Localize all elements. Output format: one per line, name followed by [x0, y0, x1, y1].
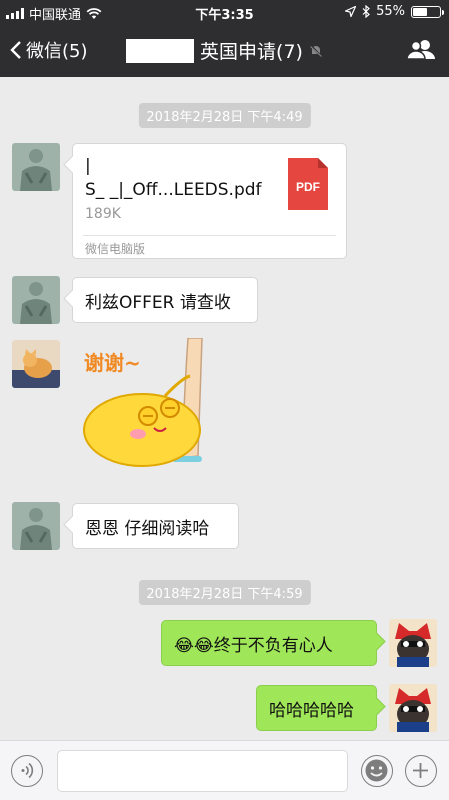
status-bar: 中国联通 下午3:35 55%	[0, 0, 449, 24]
statue-avatar-image	[12, 276, 60, 324]
pdf-file-icon: PDF	[288, 158, 328, 210]
pirate-cat-avatar-image	[389, 619, 437, 667]
file-message[interactable]: | S_ _|_Off...LEEDS.pdf 189K PDF 微信电脑版	[72, 143, 347, 259]
input-bar	[0, 740, 449, 800]
avatar[interactable]	[12, 276, 60, 324]
avatar[interactable]	[12, 340, 60, 388]
plus-icon	[413, 763, 428, 778]
pirate-cat-avatar-image	[389, 684, 437, 732]
my-avatar[interactable]	[389, 684, 437, 732]
sent-message-bubble[interactable]: 😂😂终于不负有心人	[161, 620, 377, 666]
file-name: | S_ _|_Off...LEEDS.pdf	[85, 156, 262, 200]
top-bar: 中国联通 下午3:35 55% 微信(5) 英国申请(7)	[0, 0, 449, 77]
my-avatar[interactable]	[389, 619, 437, 667]
bluetooth-icon	[362, 5, 370, 18]
cat-avatar-image	[12, 340, 60, 388]
file-source: 微信电脑版	[85, 242, 146, 256]
timestamp: 2018年2月28日 下午4:49	[138, 103, 311, 128]
battery-percent: 55%	[376, 4, 405, 19]
more-button[interactable]	[405, 755, 437, 787]
group-members-icon	[406, 40, 435, 60]
voice-button[interactable]	[11, 755, 43, 787]
message-input[interactable]	[57, 750, 348, 792]
location-icon	[345, 6, 357, 17]
divider	[83, 235, 336, 236]
statue-avatar-image	[12, 502, 60, 550]
voice-icon	[21, 762, 34, 779]
redacted-block	[126, 38, 195, 63]
sticker-message[interactable]: 谢谢~	[70, 337, 220, 472]
mute-icon	[309, 43, 323, 58]
emoji-icon	[365, 759, 388, 782]
message-text: 恩恩 仔细阅读哈	[85, 518, 210, 539]
message-bubble[interactable]: 利兹OFFER 请查收	[72, 277, 258, 323]
timestamp: 2018年2月28日 下午4:59	[138, 580, 311, 605]
avatar[interactable]	[12, 143, 60, 191]
sent-message-bubble[interactable]: 哈哈哈哈哈	[256, 685, 377, 731]
members-button[interactable]	[406, 38, 435, 64]
pdf-label: PDF	[296, 180, 320, 194]
file-size: 189K	[85, 206, 121, 222]
chat-title: 英国申请(7)	[0, 37, 449, 64]
battery-icon	[411, 5, 444, 18]
message-bubble[interactable]: 恩恩 仔细阅读哈	[72, 503, 239, 549]
message-text: 哈哈哈哈哈	[269, 700, 354, 721]
message-text: 😂😂终于不负有心人	[174, 635, 333, 656]
nav-bar: 微信(5) 英国申请(7)	[0, 24, 449, 77]
sticker-caption: 谢谢~	[84, 351, 141, 375]
yellow-chick-sticker: 谢谢~	[83, 337, 203, 467]
avatar[interactable]	[12, 502, 60, 550]
chat-title-text: 英国申请(7)	[200, 41, 303, 63]
emoji-button[interactable]	[361, 755, 393, 787]
statue-avatar-image	[12, 143, 60, 191]
message-text: 利兹OFFER 请查收	[85, 292, 231, 313]
